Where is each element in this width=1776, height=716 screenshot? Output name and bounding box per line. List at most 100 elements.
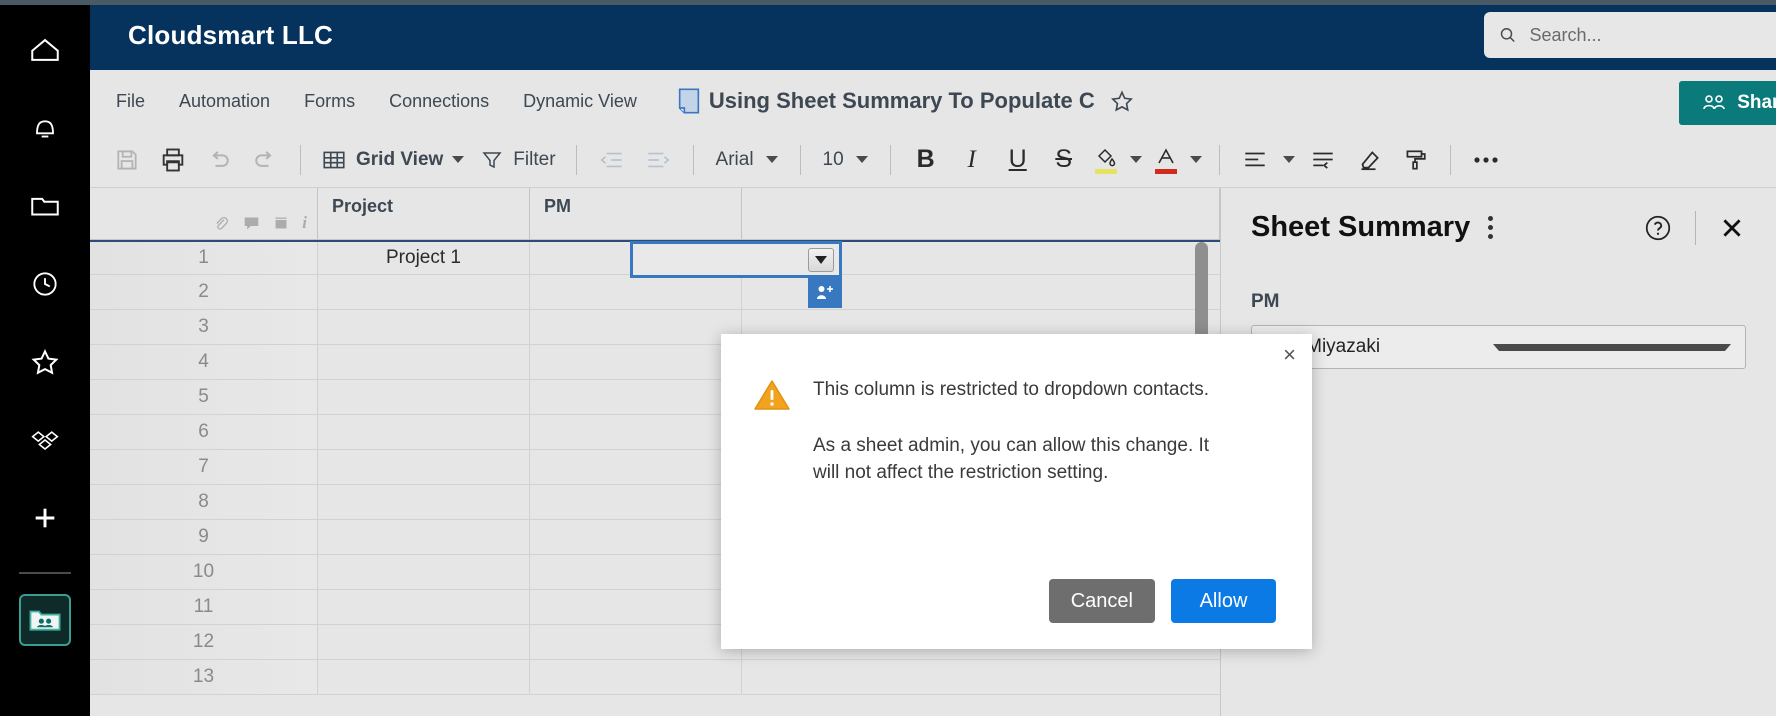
row-number[interactable]: 6 — [90, 415, 318, 449]
print-icon[interactable] — [150, 137, 196, 183]
help-icon[interactable] — [1643, 213, 1673, 243]
close-panel-icon[interactable] — [1718, 214, 1746, 242]
column-header-pm[interactable]: PM — [530, 188, 742, 239]
view-selector[interactable]: Grid View — [313, 147, 472, 173]
cell-pm[interactable] — [530, 380, 742, 414]
menu-automation[interactable]: Automation — [179, 91, 270, 112]
cell-project[interactable] — [318, 415, 530, 449]
cell-project[interactable] — [318, 450, 530, 484]
strikethrough-icon[interactable]: S — [1041, 137, 1087, 183]
align-left-icon[interactable] — [1232, 137, 1278, 183]
cell-pm[interactable] — [530, 310, 742, 344]
row-number[interactable]: 3 — [90, 310, 318, 344]
cell-pm[interactable] — [530, 485, 742, 519]
cell-project[interactable] — [318, 485, 530, 519]
selected-cell-pm[interactable] — [630, 241, 842, 278]
cell-pm[interactable] — [530, 520, 742, 554]
row-number[interactable]: 12 — [90, 625, 318, 659]
format-painter-icon[interactable] — [1392, 137, 1438, 183]
cell-pm[interactable] — [530, 590, 742, 624]
row-number[interactable]: 13 — [90, 660, 318, 694]
info-icon: i — [302, 213, 307, 232]
increase-indent-icon[interactable] — [635, 137, 681, 183]
row-number[interactable]: 5 — [90, 380, 318, 414]
more-options-icon[interactable] — [1463, 137, 1509, 183]
dialog-actions: Cancel Allow — [721, 579, 1312, 623]
menu-dynamic-view[interactable]: Dynamic View — [523, 91, 637, 112]
cell-project[interactable]: Project 1 — [318, 242, 530, 274]
cell-pm[interactable] — [530, 415, 742, 449]
table-row[interactable]: 13 — [90, 660, 1220, 695]
redo-icon[interactable] — [242, 137, 288, 183]
decrease-indent-icon[interactable] — [589, 137, 635, 183]
row-number[interactable]: 1 — [90, 242, 318, 274]
cell-blank[interactable] — [742, 660, 1220, 694]
cell-pm[interactable] — [530, 275, 742, 309]
home-icon[interactable] — [17, 22, 73, 78]
recents-clock-icon[interactable] — [17, 256, 73, 312]
row-number[interactable]: 4 — [90, 345, 318, 379]
row-number[interactable]: 10 — [90, 555, 318, 589]
menu-forms[interactable]: Forms — [304, 91, 355, 112]
wrap-text-icon[interactable] — [1300, 137, 1346, 183]
save-icon[interactable] — [104, 137, 150, 183]
allow-button[interactable]: Allow — [1171, 579, 1276, 623]
bold-glyph: B — [916, 145, 935, 173]
cell-project[interactable] — [318, 625, 530, 659]
clear-formatting-icon[interactable] — [1346, 137, 1392, 183]
cell-pm[interactable] — [530, 660, 742, 694]
favorites-star-icon[interactable] — [17, 334, 73, 390]
restriction-dialog: × This column is restricted to dropdown … — [721, 334, 1312, 649]
search-input[interactable] — [1529, 24, 1770, 46]
column-header-project[interactable]: Project — [318, 188, 530, 239]
cancel-button[interactable]: Cancel — [1048, 579, 1155, 623]
bold-icon[interactable]: B — [903, 137, 949, 183]
cell-project[interactable] — [318, 660, 530, 694]
filter-button[interactable]: Filter — [472, 148, 563, 172]
share-button[interactable]: Share — [1679, 81, 1776, 125]
underline-icon[interactable]: U — [995, 137, 1041, 183]
cell-project[interactable] — [318, 345, 530, 379]
cell-pm[interactable] — [530, 555, 742, 589]
cell-project[interactable] — [318, 380, 530, 414]
global-search[interactable] — [1484, 12, 1776, 58]
create-plus-icon[interactable] — [17, 490, 73, 546]
row-number[interactable]: 11 — [90, 590, 318, 624]
dialog-close-icon[interactable]: × — [1283, 344, 1296, 366]
vertical-scrollbar[interactable] — [1195, 242, 1208, 347]
panel-more-menu-icon[interactable] — [1484, 210, 1497, 245]
font-family-selector[interactable]: Arial — [706, 149, 788, 171]
solutions-icon[interactable] — [17, 412, 73, 468]
cell-project[interactable] — [318, 555, 530, 589]
font-color-chevron-icon[interactable] — [1185, 137, 1207, 183]
cell-project[interactable] — [318, 275, 530, 309]
font-color-icon[interactable] — [1147, 137, 1185, 183]
align-chevron-icon[interactable] — [1278, 137, 1300, 183]
cell-project[interactable] — [318, 590, 530, 624]
italic-icon[interactable]: I — [949, 137, 995, 183]
cell-project[interactable] — [318, 310, 530, 344]
row-number[interactable]: 7 — [90, 450, 318, 484]
menu-connections[interactable]: Connections — [389, 91, 489, 112]
cell-project[interactable] — [318, 520, 530, 554]
notifications-icon[interactable] — [17, 100, 73, 156]
panel-header-divider — [1695, 210, 1696, 245]
fill-color-chevron-icon[interactable] — [1125, 137, 1147, 183]
table-row[interactable]: 2 — [90, 275, 1220, 310]
cell-pm[interactable] — [530, 345, 742, 379]
cell-pm[interactable] — [530, 625, 742, 659]
summary-field-pm-select[interactable]: Juni Miyazaki — [1251, 325, 1746, 369]
menu-file[interactable]: File — [116, 91, 145, 112]
workspace-contacts-icon[interactable] — [19, 594, 71, 646]
row-number[interactable]: 9 — [90, 520, 318, 554]
favorite-star-icon[interactable] — [1109, 88, 1135, 114]
fill-color-icon[interactable] — [1087, 137, 1125, 183]
add-contact-badge-icon[interactable] — [808, 278, 842, 308]
browse-folder-icon[interactable] — [17, 178, 73, 234]
cell-pm[interactable] — [530, 450, 742, 484]
undo-icon[interactable] — [196, 137, 242, 183]
row-number[interactable]: 2 — [90, 275, 318, 309]
row-number[interactable]: 8 — [90, 485, 318, 519]
font-size-selector[interactable]: 10 — [813, 149, 878, 171]
cell-dropdown-button[interactable] — [808, 247, 834, 272]
